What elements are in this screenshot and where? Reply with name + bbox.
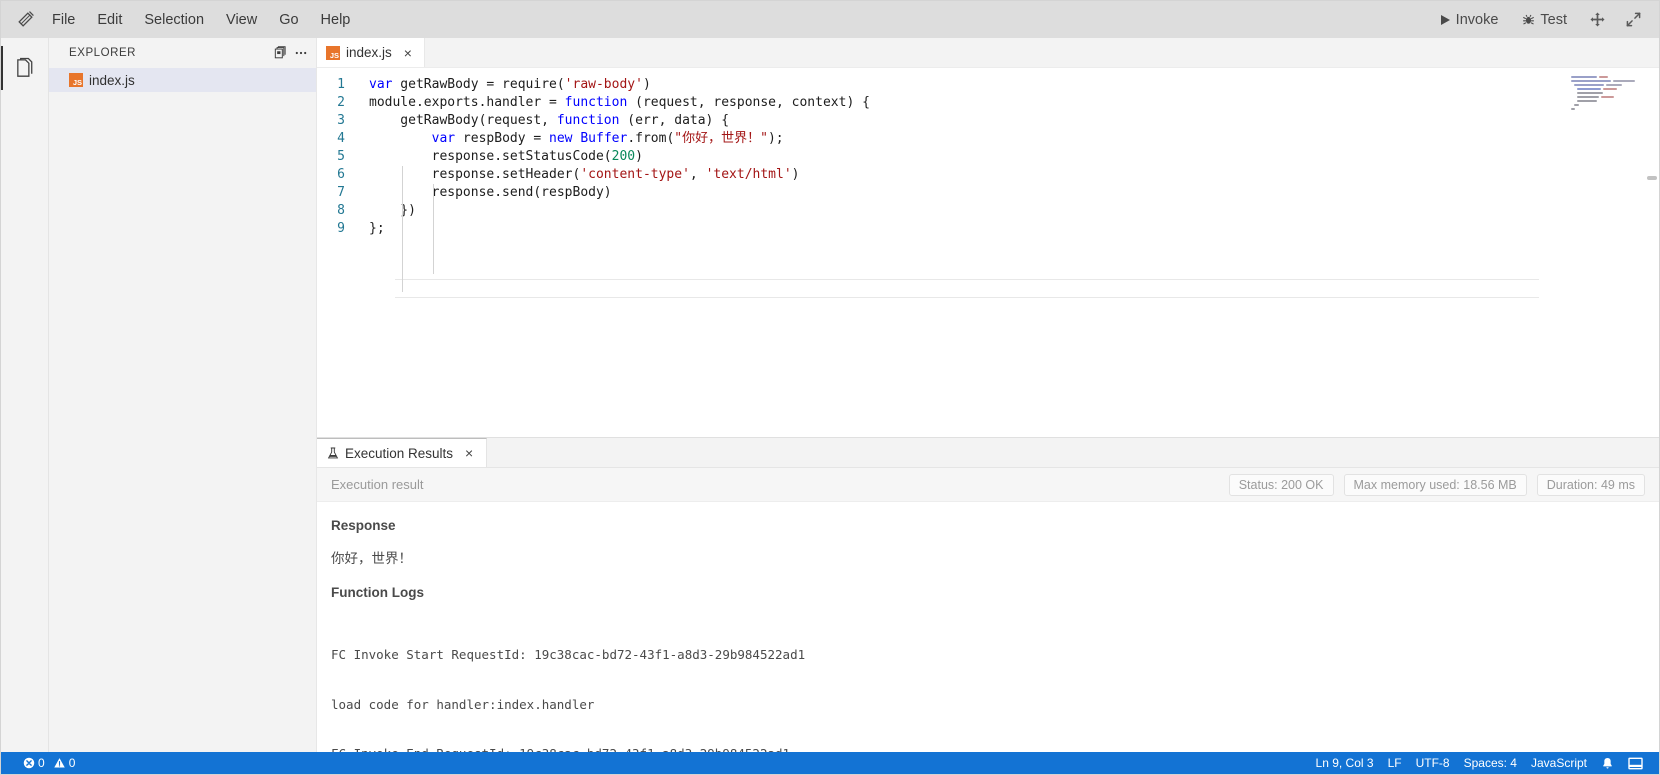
code-content[interactable]: 1 var getRawBody = require('raw-body') 2m…: [317, 68, 1659, 437]
indent-guide: [402, 166, 403, 292]
sidebar-header: EXPLORER: [49, 38, 316, 68]
line-number: 2: [337, 95, 345, 110]
response-title: Response: [331, 518, 396, 533]
invoke-button[interactable]: Invoke: [1428, 8, 1511, 32]
files-explorer-icon: [14, 57, 37, 80]
error-icon: [23, 757, 35, 769]
execution-result-label: Execution result: [331, 477, 424, 492]
menu-help[interactable]: Help: [311, 9, 361, 31]
indentation-indicator[interactable]: Spaces: 4: [1464, 756, 1517, 770]
sidebar-explorer: EXPLORER JS index.js: [49, 38, 317, 752]
function-logs-content: FC Invoke Start RequestId: 19c38cac-bd72…: [331, 614, 1645, 752]
status-bar: 0 0 Ln 9, Col 3 LF UTF-8 Spaces: 4 JavaS…: [1, 752, 1659, 774]
line-number: 8: [337, 203, 345, 218]
current-line-bottom-border: [395, 297, 1539, 298]
code-editor[interactable]: 1 var getRawBody = require('raw-body') 2m…: [317, 68, 1659, 437]
line-number: 1: [337, 77, 345, 92]
cursor-position[interactable]: Ln 9, Col 3: [1316, 756, 1374, 770]
memory-badge: Max memory used: 18.56 MB: [1343, 473, 1527, 496]
ellipsis-icon[interactable]: [294, 46, 308, 60]
language-mode-indicator[interactable]: JavaScript: [1531, 756, 1587, 770]
bottom-panel: Execution Results × Execution result Sta…: [317, 437, 1659, 752]
new-file-icon[interactable]: [274, 46, 288, 60]
play-icon: [1440, 14, 1451, 26]
bell-icon[interactable]: [1601, 757, 1614, 770]
js-file-icon: JS: [69, 73, 83, 87]
line-number: 6: [337, 167, 345, 182]
tab-execution-results[interactable]: Execution Results ×: [317, 438, 488, 467]
flask-icon: [327, 447, 339, 460]
panel-toolbar: Execution result Status: 200 OK Max memo…: [317, 468, 1659, 502]
menu-file[interactable]: File: [42, 9, 85, 31]
execution-badges: Status: 200 OK Max memory used: 18.56 MB…: [1228, 473, 1645, 496]
menu-selection[interactable]: Selection: [134, 9, 214, 31]
js-file-icon: JS: [326, 45, 340, 60]
warning-icon: [53, 757, 66, 769]
current-line-top-border: [395, 279, 1539, 280]
error-count: 0: [38, 756, 45, 770]
eol-indicator[interactable]: LF: [1388, 756, 1402, 770]
menu-bar: File Edit Selection View Go Help Invoke: [1, 1, 1659, 38]
encoding-indicator[interactable]: UTF-8: [1416, 756, 1450, 770]
scrollbar-marker: [1647, 176, 1657, 180]
sidebar-title: EXPLORER: [69, 47, 137, 59]
editor-tabs: JS index.js ×: [317, 38, 1659, 68]
tab-close-icon[interactable]: ×: [401, 46, 415, 60]
sidebar-actions: [274, 38, 308, 68]
line-number: 4: [337, 131, 345, 146]
test-button[interactable]: Test: [1510, 8, 1579, 32]
panel-tabs: Execution Results ×: [317, 438, 1659, 468]
log-line: FC Invoke Start RequestId: 19c38cac-bd72…: [331, 647, 806, 662]
move-icon[interactable]: [1579, 7, 1615, 33]
vscode-logo-icon: [9, 1, 41, 38]
activity-bar: [0, 38, 49, 752]
function-logs-title: Function Logs: [331, 585, 424, 600]
panel-tab-close-icon[interactable]: ×: [462, 446, 476, 460]
source-code[interactable]: 1 var getRawBody = require('raw-body') 2m…: [317, 68, 1659, 238]
expand-icon[interactable]: [1615, 7, 1651, 33]
bug-icon: [1522, 13, 1535, 26]
editor-vertical-scrollbar[interactable]: [1645, 68, 1659, 437]
status-bar-left: 0 0: [9, 756, 75, 770]
file-item-index-js[interactable]: JS index.js: [49, 68, 316, 92]
status-badge: Status: 200 OK: [1228, 473, 1334, 496]
menu-edit[interactable]: Edit: [87, 9, 132, 31]
line-number: 3: [337, 113, 345, 128]
status-bar-right: Ln 9, Col 3 LF UTF-8 Spaces: 4 JavaScrip…: [1316, 756, 1651, 770]
file-item-label: index.js: [89, 72, 135, 88]
editor-group: JS index.js × 1 var getRawBody = require(…: [317, 38, 1659, 752]
log-line: load code for handler:index.handler: [331, 696, 595, 712]
line-number: 9: [337, 221, 345, 236]
line-number: 7: [337, 185, 345, 200]
activitybar-item-explorer[interactable]: [0, 46, 49, 90]
invoke-label: Invoke: [1455, 11, 1499, 28]
duration-badge: Duration: 49 ms: [1536, 473, 1645, 496]
menu-view[interactable]: View: [216, 9, 267, 31]
tab-label: index.js: [346, 45, 392, 60]
workbench-body: EXPLORER JS index.js JS index.js × 1 var…: [0, 38, 1659, 752]
panel-tab-label: Execution Results: [345, 445, 454, 461]
tab-index-js[interactable]: JS index.js ×: [317, 38, 425, 67]
toolbar-actions: Invoke Test: [1428, 1, 1651, 38]
panel-layout-icon[interactable]: [1628, 757, 1643, 770]
indent-guide: [433, 184, 434, 274]
execution-results-content: Response 你好，世界！ Function Logs FC Invoke …: [317, 502, 1659, 752]
vscode-window: File Edit Selection View Go Help Invoke: [0, 0, 1660, 775]
menu-go[interactable]: Go: [269, 9, 308, 31]
warning-count: 0: [68, 756, 76, 770]
test-label: Test: [1540, 11, 1567, 28]
line-number: 5: [337, 149, 345, 164]
response-body: 你好，世界！: [331, 551, 412, 566]
problems-status[interactable]: 0 0: [23, 756, 75, 770]
